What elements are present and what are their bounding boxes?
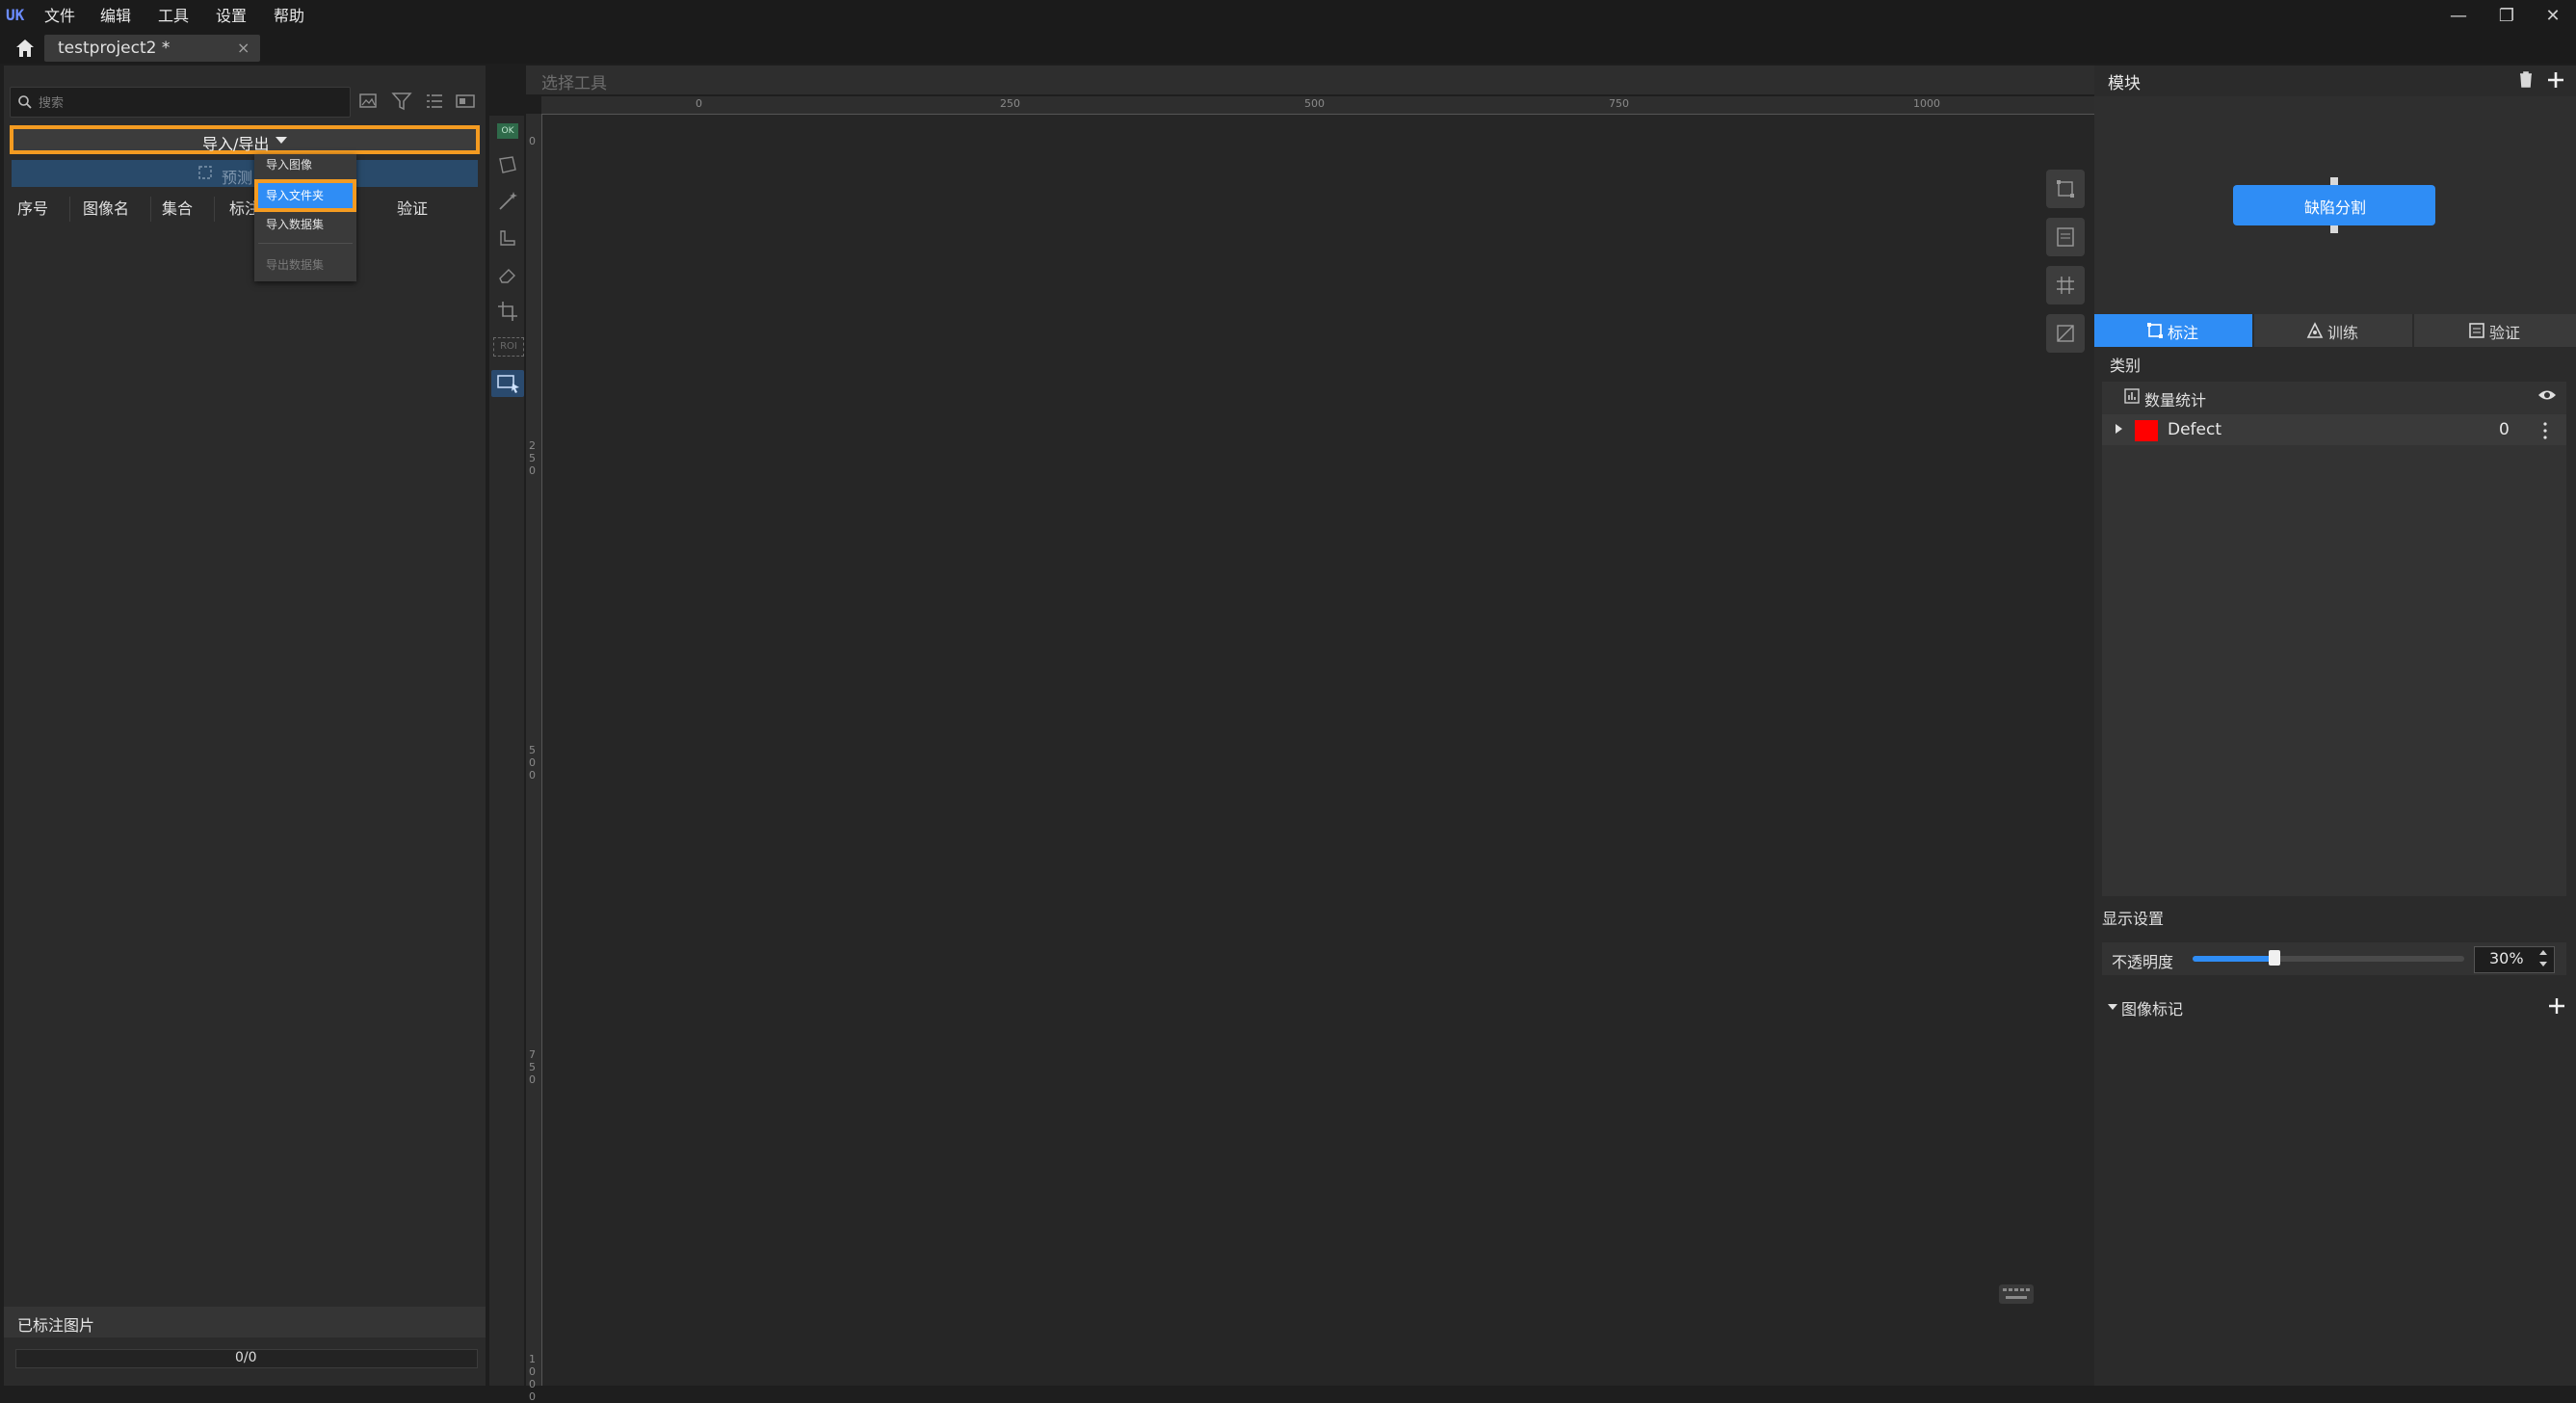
ruler-label: 1000 (1913, 97, 1940, 110)
spin-up-icon[interactable] (2539, 950, 2547, 955)
ruler-label: 500 (1304, 97, 1325, 110)
module-node-label: 缺陷分割 (2304, 199, 2367, 217)
add-mark-icon[interactable] (2547, 996, 2566, 1016)
restore-button[interactable]: ❐ (2487, 4, 2526, 29)
annotation-list-icon (2057, 227, 2074, 247)
predict-label: 预测 (222, 169, 253, 187)
more-options-icon[interactable] (2539, 420, 2551, 441)
class-count: 0 (2499, 420, 2510, 439)
brush-tool-icon[interactable] (495, 225, 520, 251)
class-color-swatch[interactable] (2135, 420, 2158, 441)
ruler-label: 250 (529, 439, 536, 477)
tab-label: testproject2 * (58, 39, 171, 58)
menu-divider (258, 243, 353, 244)
annotate-icon (2147, 323, 2163, 338)
import-export-label: 导入/导出 (202, 135, 270, 153)
ruler-label: 750 (1609, 97, 1629, 110)
collapse-panel-icon[interactable] (453, 89, 478, 114)
menu-item-export-dataset[interactable]: 导出数据集 (266, 257, 324, 273)
polygon-tool-icon[interactable] (495, 152, 520, 177)
verify-icon (2469, 323, 2484, 338)
ruler-label: 0 (529, 135, 536, 147)
menu-item-import-folder[interactable]: 导入文件夹 (266, 188, 324, 203)
column-divider (150, 197, 151, 222)
column-divider (214, 197, 215, 222)
trash-icon[interactable] (2516, 69, 2536, 89)
tab-annotate-label: 标注 (2168, 324, 2199, 342)
add-module-icon[interactable] (2545, 69, 2566, 91)
image-filter-icon[interactable] (356, 89, 381, 114)
stat-label: 数量统计 (2144, 391, 2207, 410)
grid-icon (2057, 277, 2074, 294)
predict-icon (198, 166, 212, 179)
module-title: 模块 (2108, 74, 2141, 93)
menu-settings[interactable]: 设置 (216, 6, 247, 27)
tab-train-label: 训练 (2327, 324, 2359, 342)
ok-tool-icon[interactable]: OK (497, 123, 518, 139)
menu-edit[interactable]: 编辑 (100, 6, 131, 27)
opacity-slider-fill (2193, 956, 2274, 962)
labeled-images-title: 已标注图片 (17, 1316, 95, 1335)
tab-bar (0, 33, 2576, 64)
canvas-header (526, 66, 2094, 94)
display-settings-title: 显示设置 (2102, 910, 2165, 928)
ruler-label: 0 (696, 97, 702, 110)
image-canvas[interactable] (542, 115, 2094, 1386)
image-marks-label: 图像标记 (2121, 1000, 2184, 1019)
ruler-label: 750 (529, 1048, 536, 1086)
category-list (2102, 382, 2566, 896)
caret-down-icon (276, 137, 287, 144)
minimize-button[interactable]: — (2439, 4, 2478, 29)
menu-item-import-images[interactable]: 导入图像 (266, 157, 312, 172)
collapse-arrow-icon[interactable] (2108, 1004, 2117, 1010)
close-window-button[interactable]: ✕ (2534, 4, 2572, 29)
crop-tool-icon[interactable] (495, 299, 520, 324)
train-icon (2306, 322, 2324, 338)
column-header-verify[interactable]: 验证 (397, 199, 428, 219)
category-section-title: 类别 (2110, 357, 2142, 375)
ruler-label: 500 (529, 744, 536, 781)
opacity-value: 30% (2489, 949, 2524, 967)
menu-file[interactable]: 文件 (44, 6, 75, 27)
opacity-label: 不透明度 (2112, 953, 2174, 971)
roi-tool-icon[interactable]: ROI (493, 337, 524, 357)
menu-help[interactable]: 帮助 (274, 6, 304, 27)
fit-view-icon (2057, 180, 2074, 198)
select-tool-icon (497, 375, 519, 393)
tab-verify-label: 验证 (2489, 324, 2521, 342)
column-header-index[interactable]: 序号 (17, 199, 48, 219)
search-placeholder: 搜索 (39, 96, 65, 111)
keyboard-icon[interactable] (1998, 1282, 2035, 1307)
list-view-icon[interactable] (422, 89, 447, 114)
mask-icon (2057, 325, 2074, 342)
column-header-set[interactable]: 集合 (162, 199, 193, 219)
statistics-icon (2124, 388, 2140, 404)
column-header-image-name[interactable]: 图像名 (83, 199, 129, 219)
eye-icon[interactable] (2537, 387, 2557, 403)
menu-item-import-dataset[interactable]: 导入数据集 (266, 217, 324, 232)
image-list-panel (4, 66, 486, 1386)
expand-arrow-icon[interactable] (2116, 424, 2122, 434)
menu-tools[interactable]: 工具 (158, 6, 189, 27)
module-output-port[interactable] (2330, 225, 2338, 233)
magic-wand-icon[interactable] (495, 189, 520, 214)
ruler-label: 250 (1000, 97, 1020, 110)
module-header (2094, 66, 2576, 94)
app-logo: UK (6, 6, 25, 24)
search-icon (18, 95, 32, 109)
labeled-progress-text: 0/0 (235, 1350, 257, 1365)
filter-icon[interactable] (389, 89, 414, 114)
home-icon[interactable] (13, 37, 37, 60)
column-divider (69, 197, 70, 222)
title-bar (0, 0, 2576, 33)
opacity-slider-handle[interactable] (2268, 950, 2280, 966)
ruler-label: 1000 (529, 1353, 536, 1403)
eraser-tool-icon[interactable] (495, 262, 520, 287)
current-tool-title: 选择工具 (541, 74, 607, 93)
module-input-port[interactable] (2330, 177, 2338, 185)
tab-close-button[interactable]: × (237, 39, 250, 58)
spin-down-icon[interactable] (2539, 962, 2547, 966)
class-name: Defect (2168, 420, 2222, 439)
